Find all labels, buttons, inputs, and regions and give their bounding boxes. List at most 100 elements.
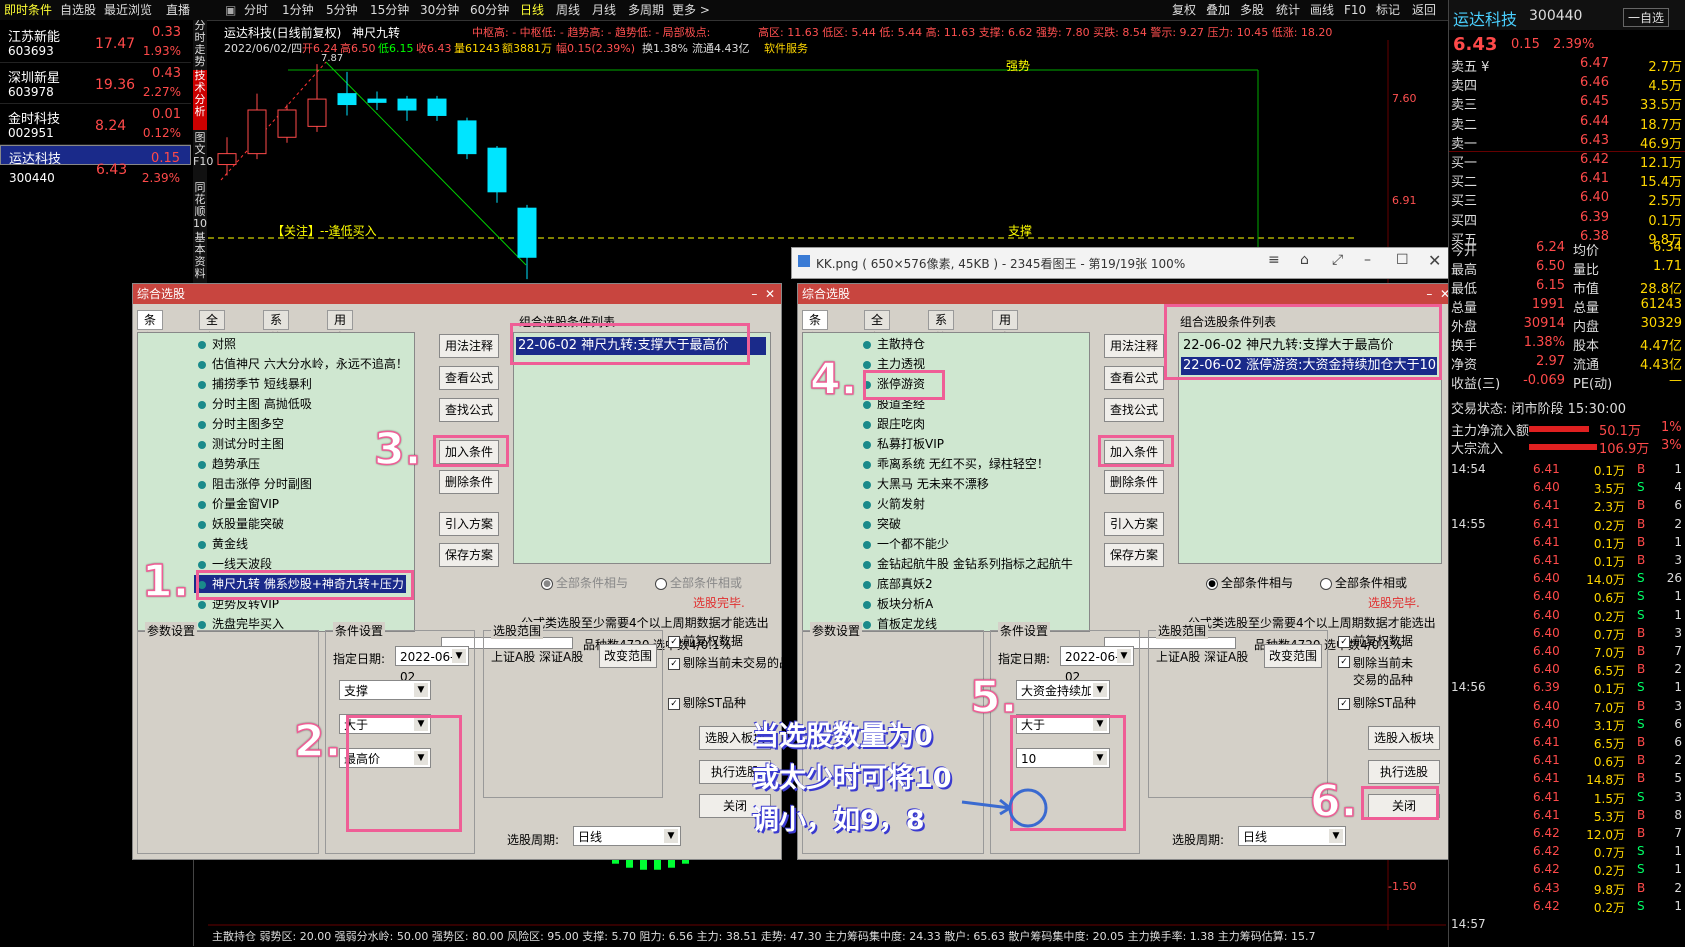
tree-item[interactable]: 价量金窗VIP bbox=[194, 495, 279, 513]
tree-item[interactable]: 黄金线 bbox=[194, 535, 248, 553]
radio-or[interactable]: 全部条件相或 bbox=[1320, 574, 1407, 591]
tool-btn[interactable]: 标记 bbox=[1376, 2, 1400, 18]
tool-btn[interactable]: 复权 bbox=[1172, 2, 1196, 18]
import-plan-button[interactable]: 引入方案 bbox=[1104, 512, 1164, 536]
tab-all-conditions[interactable]: 全部条件 bbox=[864, 310, 891, 381]
check-exclude-st[interactable]: ✓ 剔除ST品种 bbox=[1338, 694, 1416, 711]
tab-self-selected[interactable]: 自选股 bbox=[60, 2, 96, 18]
tab-condition-group[interactable]: 条件组 bbox=[137, 310, 164, 363]
tree-item[interactable]: 私募打板VIP bbox=[859, 435, 944, 453]
tab-system-conditions[interactable]: 系统条件 bbox=[263, 310, 290, 381]
tree-item[interactable]: 主散持仓 bbox=[859, 335, 925, 353]
order-book-row[interactable]: 买一 6.42 12.1万 bbox=[1449, 152, 1685, 171]
view-formula-button[interactable]: 查看公式 bbox=[1104, 366, 1164, 390]
tool-btn[interactable]: 画线 bbox=[1310, 2, 1334, 18]
chevron-down-icon[interactable]: ▼ bbox=[1329, 829, 1343, 843]
delete-condition-button[interactable]: 删除条件 bbox=[1104, 470, 1164, 494]
tree-item[interactable]: 一个都不能少 bbox=[859, 535, 949, 553]
save-plan-button[interactable]: 保存方案 bbox=[439, 543, 499, 567]
tab-instant-conditions[interactable]: 即时条件 bbox=[4, 2, 52, 18]
tab-live[interactable]: 直播 bbox=[166, 2, 190, 18]
chevron-down-icon[interactable]: ▼ bbox=[452, 649, 466, 663]
tool-btn[interactable]: F10 bbox=[1344, 2, 1366, 18]
change-range-button[interactable]: 改变范围 bbox=[599, 644, 657, 668]
close-icon[interactable]: – ✕ bbox=[751, 284, 775, 304]
date-picker[interactable]: 2022-06-02 ▼ bbox=[1060, 646, 1134, 684]
watch-item[interactable]: 金时科技 002951 8.24 0.01 0.12% bbox=[0, 104, 191, 145]
tool-btn[interactable]: 多股 bbox=[1240, 2, 1264, 18]
tree-item[interactable]: 测试分时主图 bbox=[194, 435, 284, 453]
order-book-row[interactable]: 卖五 ¥ 6.47 2.7万 bbox=[1449, 56, 1685, 75]
view-formula-button[interactable]: 查看公式 bbox=[439, 366, 499, 390]
vtab-basic[interactable]: 基本资料 bbox=[193, 232, 207, 288]
period-btn[interactable]: 30分钟 bbox=[420, 2, 459, 18]
check-exclude-st[interactable]: ✓ 剔除ST品种 bbox=[668, 694, 746, 711]
period-btn[interactable]: 15分钟 bbox=[370, 2, 409, 18]
date-picker[interactable]: 2022-06-02 ▼ bbox=[395, 646, 469, 684]
tab-system-conditions[interactable]: 系统条件 bbox=[928, 310, 955, 381]
maximize-icon[interactable]: ☐ bbox=[1396, 252, 1409, 268]
tool-btn[interactable]: 叠加 bbox=[1206, 2, 1230, 18]
tick-list[interactable]: 14:54 6.41 0.1万 B 1 6.40 3.5万 S 4 6.41 2.3万 B 6 14:55… bbox=[1449, 462, 1685, 947]
tree-item[interactable]: 乖离系统 无红不买，绿柱轻空！ bbox=[859, 455, 1049, 473]
tree-item[interactable]: 估值神尺 六大分水岭，永远不追高！ bbox=[194, 355, 408, 373]
tree-item[interactable]: 趋势承压 bbox=[194, 455, 260, 473]
radio-or[interactable]: 全部条件相或 bbox=[655, 574, 742, 591]
close-icon[interactable]: ✕ bbox=[1428, 251, 1441, 270]
close-icon[interactable]: – ✕ bbox=[1426, 284, 1450, 304]
add-watch-button[interactable]: 一自选 bbox=[1623, 8, 1670, 27]
radio-and[interactable]: ● 全部条件相与 bbox=[541, 574, 628, 591]
order-book-row[interactable]: 卖三 6.45 33.5万 bbox=[1449, 94, 1685, 113]
period-btn[interactable]: 月线 bbox=[592, 2, 616, 18]
find-formula-button[interactable]: 查找公式 bbox=[1104, 398, 1164, 422]
run-pick-button[interactable]: 执行选股 bbox=[1368, 760, 1440, 784]
menu-icon[interactable]: ≡ bbox=[1268, 252, 1280, 268]
tree-item[interactable]: 底部真妖2 bbox=[859, 575, 933, 593]
vtab-intraday[interactable]: 分时走势 bbox=[193, 20, 207, 68]
period-btn[interactable]: 周线 bbox=[556, 2, 580, 18]
tree-item[interactable]: 对照 bbox=[194, 335, 236, 353]
condition-list[interactable]: 22-06-02 神尺九转:支撑大于最高价 bbox=[513, 332, 771, 564]
tree-item[interactable]: 分时主图多空 bbox=[194, 415, 284, 433]
find-formula-button[interactable]: 查找公式 bbox=[439, 398, 499, 422]
period-btn[interactable]: 5分钟 bbox=[326, 2, 358, 18]
period-btn[interactable]: 多周期 bbox=[628, 2, 664, 18]
change-range-button[interactable]: 改变范围 bbox=[1264, 644, 1322, 668]
order-book-row[interactable]: 卖二 6.44 18.7万 bbox=[1449, 114, 1685, 133]
period-btn[interactable]: 1分钟 bbox=[282, 2, 314, 18]
chevron-down-icon[interactable]: ▼ bbox=[1117, 649, 1131, 663]
check-fq[interactable]: ✓ 前复权数据 bbox=[1338, 632, 1413, 649]
period-btn[interactable]: 60分钟 bbox=[470, 2, 509, 18]
tab-condition-group[interactable]: 条件组 bbox=[802, 310, 829, 363]
tree-item[interactable]: 阻击涨停 分时副图 bbox=[194, 475, 312, 493]
period-btn-more[interactable]: 更多 > bbox=[672, 2, 710, 18]
period-select[interactable]: 日线 ▼ bbox=[573, 826, 681, 846]
import-plan-button[interactable]: 引入方案 bbox=[439, 512, 499, 536]
vtab-technical[interactable]: 技术分析 bbox=[193, 70, 207, 130]
period-btn-active[interactable]: 日线 bbox=[520, 2, 544, 18]
tree-item[interactable]: 金钻起航牛股 金钻系列指标之起航牛 bbox=[859, 555, 1073, 573]
chevron-down-icon[interactable]: ▼ bbox=[414, 683, 428, 697]
tree-item[interactable]: 妖股量能突破 bbox=[194, 515, 284, 533]
order-book-row[interactable]: 买二 6.41 15.4万 bbox=[1449, 171, 1685, 190]
radio-and[interactable]: ● 全部条件相与 bbox=[1206, 574, 1293, 591]
tab-recent[interactable]: 最近浏览 bbox=[104, 2, 152, 18]
tree-item[interactable]: 分时主图 高抛低吸 bbox=[194, 395, 312, 413]
chevron-down-icon[interactable]: ▼ bbox=[1093, 683, 1107, 697]
fullscreen-icon[interactable]: ⤢ bbox=[1332, 252, 1343, 268]
tab-all-conditions[interactable]: 全部条件 bbox=[199, 310, 226, 381]
order-book-row[interactable]: 卖一 6.43 46.9万 bbox=[1449, 133, 1685, 152]
watch-item-selected[interactable]: 运达科技 300440 6.43 0.15 2.39% bbox=[0, 145, 191, 185]
tree-item[interactable]: 大黑马 无未来不漂移 bbox=[859, 475, 989, 493]
order-book-row[interactable]: 买四 6.39 0.1万 bbox=[1449, 210, 1685, 229]
tree-item[interactable]: 板块分析A bbox=[859, 595, 933, 613]
chevron-down-icon[interactable]: ▼ bbox=[664, 829, 678, 843]
tab-user-conditions[interactable]: 用户条件 bbox=[327, 310, 354, 381]
usage-notes-button[interactable]: 用法注释 bbox=[1104, 334, 1164, 358]
period-select[interactable]: 日线 ▼ bbox=[1238, 826, 1346, 846]
vtab-f10[interactable]: 图文F10 bbox=[193, 132, 213, 180]
square-icon[interactable]: ▣ bbox=[225, 2, 236, 18]
order-book-row[interactable]: 卖四 6.46 4.5万 bbox=[1449, 75, 1685, 94]
image-viewer-titlebar[interactable]: KK.png ( 650×576像素, 45KB ) - 2345看图王 - 第… bbox=[791, 247, 1457, 279]
order-book-row[interactable]: 买三 6.40 2.5万 bbox=[1449, 190, 1685, 209]
